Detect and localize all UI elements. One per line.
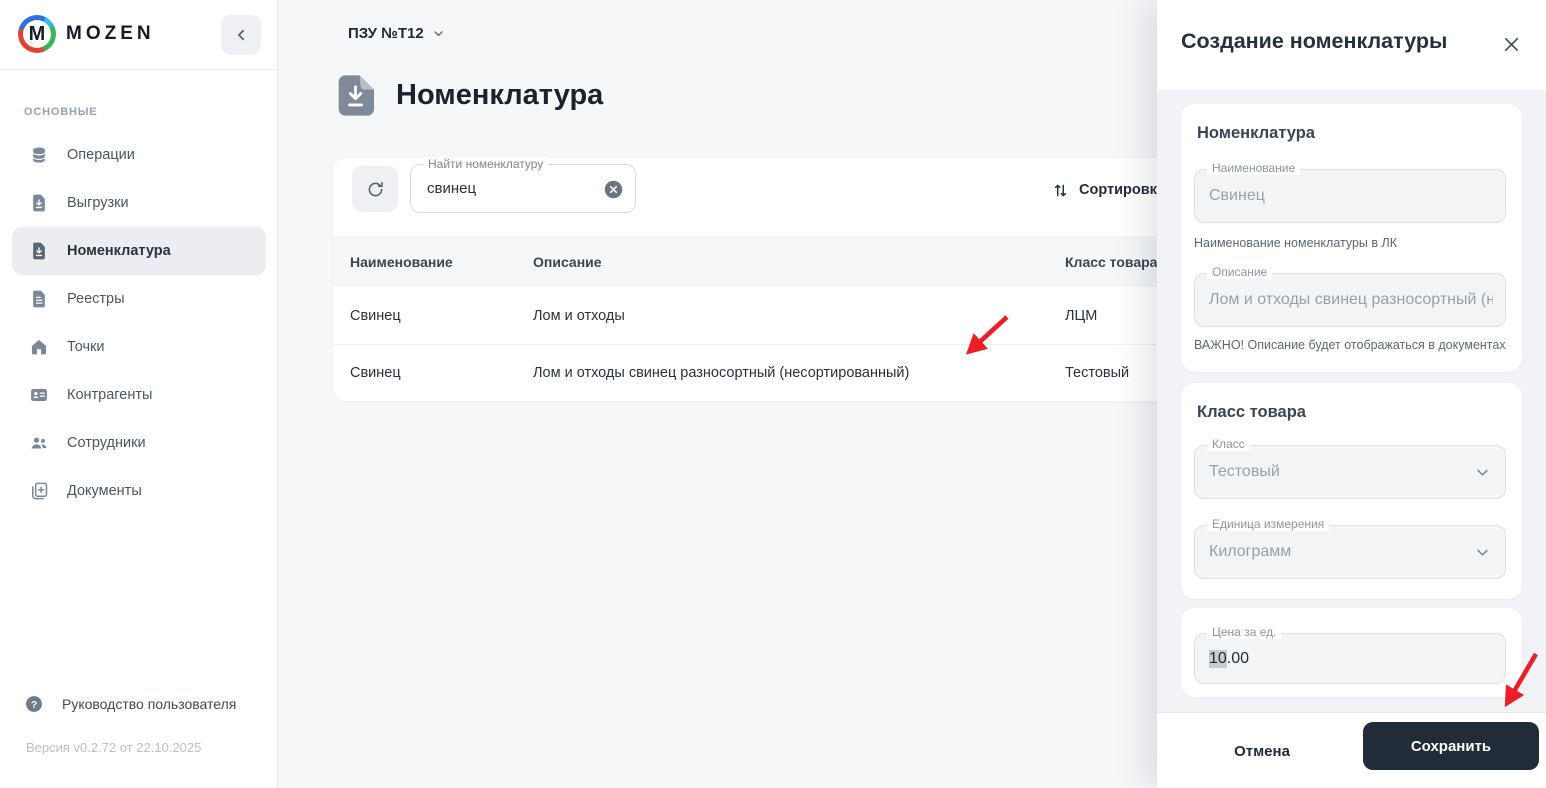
question-icon: ? <box>26 696 42 712</box>
sidebar-item-label: Контрагенты <box>67 387 153 403</box>
price-field-value: 10.00 <box>1209 649 1250 668</box>
sidebar-item-label: Сотрудники <box>67 435 146 451</box>
sidebar-item-label: Операции <box>67 147 135 163</box>
cell-name: Свинец <box>350 365 401 381</box>
section-title: Класс товара <box>1197 403 1306 421</box>
id-card-icon <box>31 389 47 401</box>
close-drawer-button[interactable] <box>1498 31 1524 57</box>
sidebar-item-label: Номенклатура <box>67 243 171 259</box>
page-title: Номенклатура <box>396 79 604 111</box>
save-button[interactable]: Сохранить <box>1363 722 1539 770</box>
search-field[interactable]: Найти номенклатуру <box>410 157 636 213</box>
sidebar-header: M MOZEN <box>0 0 277 70</box>
cell-name: Свинец <box>350 307 401 324</box>
sidebar-item-exports[interactable]: Выгрузки <box>12 179 266 227</box>
people-icon <box>31 437 47 449</box>
sidebar: M MOZEN ОСНОВНЫЕ Операции Выгрузки Номен… <box>0 0 278 788</box>
sidebar-item-label: Точки <box>67 339 105 355</box>
file-download-icon <box>33 242 45 260</box>
description-field[interactable]: Описание Лом и отходы свинец разносортны… <box>1194 265 1506 327</box>
mozen-logo-icon: M <box>18 15 56 53</box>
sidebar-item-documents[interactable]: Документы <box>12 467 266 515</box>
sidebar-item-points[interactable]: Точки <box>12 323 266 371</box>
user-guide-link[interactable]: ? Руководство пользователя <box>24 694 236 714</box>
sidebar-item-label: Выгрузки <box>67 195 129 211</box>
drawer-header: Создание номенклатуры <box>1157 0 1546 90</box>
sidebar-item-label: Реестры <box>67 291 125 307</box>
sidebar-section-label: ОСНОВНЫЕ <box>24 106 98 118</box>
product-class-card: Класс товара Класс Тестовый Единица изме… <box>1181 383 1522 599</box>
sort-label: Сортировка <box>1079 182 1165 198</box>
page-header: Номенклатура <box>337 75 603 116</box>
class-select[interactable]: Класс Тестовый <box>1194 437 1506 499</box>
column-header-description: Описание <box>533 253 602 270</box>
svg-text:?: ? <box>31 700 37 711</box>
sort-arrows-icon <box>1054 184 1067 196</box>
sidebar-collapse-button[interactable] <box>221 15 261 55</box>
name-helper-text: Наименование номенклатуры в ЛК <box>1194 236 1397 250</box>
create-nomenclature-drawer: Создание номенклатуры Номенклатура Наиме… <box>1157 0 1546 788</box>
clear-search-button[interactable] <box>603 179 624 200</box>
cell-description: Лом и отходы свинец разносортный (несорт… <box>533 365 910 381</box>
unit-select[interactable]: Единица измерения Килограмм <box>1194 517 1506 579</box>
drawer-footer: Отмена Сохранить <box>1157 712 1546 788</box>
file-lines-icon <box>33 290 45 308</box>
location-selector[interactable]: ПЗУ №Т12 <box>348 25 446 42</box>
clear-circle-icon <box>604 180 623 199</box>
sidebar-item-operations[interactable]: Операции <box>12 131 266 179</box>
brand-name: MOZEN <box>66 23 155 44</box>
nomenclature-page-icon <box>338 75 374 116</box>
unit-select-value: Килограмм <box>1209 543 1292 560</box>
name-field-value: Свинец <box>1209 187 1265 204</box>
cell-description: Лом и отходы <box>533 307 625 324</box>
selected-text: 10 <box>1209 649 1227 668</box>
refresh-button[interactable] <box>352 166 398 212</box>
chevron-down-icon <box>1477 469 1488 476</box>
sidebar-item-label: Документы <box>67 483 142 499</box>
nomenclature-card: Номенклатура Наименование Свинец Наимено… <box>1181 104 1522 372</box>
chevron-down-icon <box>434 31 443 37</box>
sidebar-item-nomenclature[interactable]: Номенклатура <box>12 227 266 275</box>
sidebar-item-counterparties[interactable]: Контрагенты <box>12 371 266 419</box>
section-title: Номенклатура <box>1197 124 1315 142</box>
price-field[interactable]: Цена за ед. 10.00 <box>1194 625 1506 684</box>
document-add-icon <box>32 482 48 500</box>
close-icon <box>1504 37 1518 51</box>
file-download-icon <box>33 194 45 212</box>
user-guide-label: Руководство пользователя <box>62 696 237 712</box>
app-window: M MOZEN ОСНОВНЫЕ Операции Выгрузки Номен… <box>0 0 1546 788</box>
sidebar-item-employees[interactable]: Сотрудники <box>12 419 266 467</box>
version-text: Версия v0.2.72 от 22.10.2025 <box>26 740 202 755</box>
home-icon <box>31 339 47 355</box>
chevron-left-icon <box>238 29 244 41</box>
sidebar-nav: Операции Выгрузки Номенклатура Реестры Т… <box>0 131 278 515</box>
refresh-icon <box>368 181 383 196</box>
name-field[interactable]: Наименование Свинец <box>1194 161 1506 223</box>
description-field-value: Лом и отходы свинец разносортный (несорт… <box>1209 291 1493 308</box>
class-select-value: Тестовый <box>1209 463 1280 480</box>
sort-button[interactable]: Сортировка <box>1051 158 1165 222</box>
price-card: Цена за ед. 10.00 <box>1181 608 1522 697</box>
column-header-name: Наименование <box>350 253 453 270</box>
search-input[interactable] <box>427 165 587 212</box>
location-label: ПЗУ №Т12 <box>348 25 424 42</box>
chevron-down-icon <box>1477 549 1488 556</box>
database-icon <box>33 147 45 163</box>
description-helper-text: ВАЖНО! Описание будет отображаться в док… <box>1194 338 1506 352</box>
cancel-button[interactable]: Отмена <box>1202 727 1322 775</box>
sidebar-item-registries[interactable]: Реестры <box>12 275 266 323</box>
drawer-title: Создание номенклатуры <box>1181 29 1448 53</box>
